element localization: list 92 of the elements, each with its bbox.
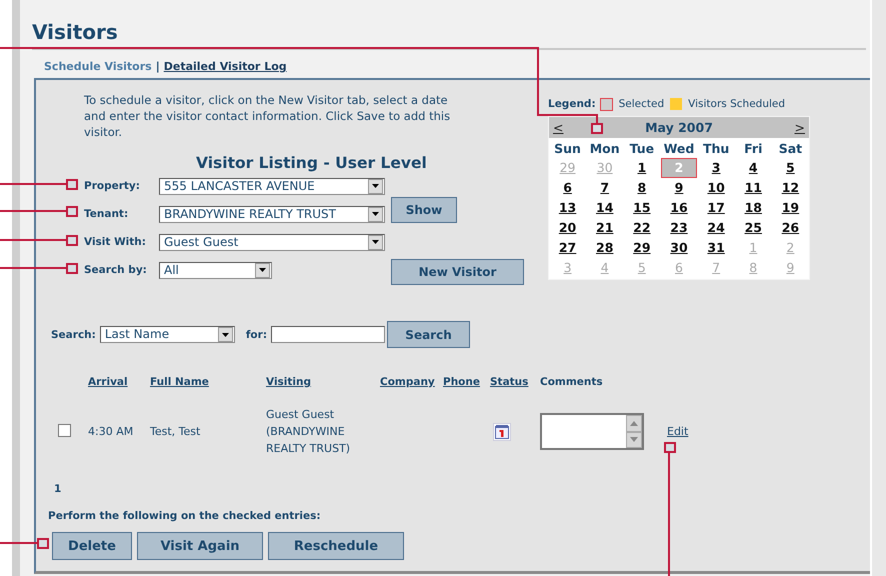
calendar-day[interactable]: 3 <box>699 159 734 177</box>
column-header[interactable]: Full Name <box>150 376 209 388</box>
calendar-day[interactable]: 15 <box>624 199 659 217</box>
separator: | <box>156 60 160 74</box>
next-month-link[interactable]: > <box>794 120 805 135</box>
calendar-day[interactable]: 30 <box>662 239 696 257</box>
search-button[interactable]: Search <box>387 321 470 348</box>
column-header[interactable]: Visiting <box>266 376 311 388</box>
weekday-label: Fri <box>743 140 764 156</box>
instructions-text: To schedule a visitor, click on the New Visitor tab, select a date and enter the visitor contact information. Click Save to add this visitor. <box>84 92 452 140</box>
caret-icon <box>222 332 229 336</box>
calendar-icon[interactable] <box>493 422 511 440</box>
column-header[interactable]: Arrival <box>88 376 128 388</box>
calendar-day[interactable]: 21 <box>588 219 622 237</box>
table-cell: 4:30 AM <box>88 425 134 438</box>
dropdown[interactable]: Last Name <box>100 326 235 343</box>
dropdown[interactable]: 555 LANCASTER AVENUE <box>159 178 385 194</box>
caret-icon <box>372 184 379 188</box>
field-label: Visit With: <box>84 236 147 248</box>
weekday-label: Sat <box>778 140 804 156</box>
actions-label: Perform the following on the checked entries: <box>48 510 322 524</box>
column-header[interactable]: Status <box>490 376 528 388</box>
edit-link[interactable]: Edit <box>667 425 688 438</box>
weekday-label: Tue <box>628 140 656 156</box>
new-visitor-button[interactable]: New Visitor <box>391 259 524 285</box>
record-count: 1 <box>54 483 62 497</box>
show-button[interactable]: Show <box>391 197 457 223</box>
caret-icon <box>372 212 379 216</box>
calendar-day[interactable]: 14 <box>588 199 622 217</box>
scrollbar[interactable] <box>626 415 642 448</box>
listing-title: Visitor Listing - User Level <box>196 154 428 172</box>
column-header: Comments <box>540 376 603 388</box>
caret-icon <box>259 268 266 272</box>
weekday-label: Wed <box>662 140 696 156</box>
calendar-day[interactable]: 25 <box>736 219 770 237</box>
comments-field[interactable] <box>540 413 644 450</box>
calendar-day[interactable]: 5 <box>773 159 808 177</box>
column-header[interactable]: Phone <box>443 376 480 388</box>
scroll-up-icon[interactable] <box>630 420 638 426</box>
field-label: Search by: <box>84 264 148 276</box>
field-label: Property: <box>84 180 141 192</box>
weekday-label: Sun <box>553 140 582 156</box>
checkbox[interactable] <box>58 424 71 436</box>
month-title: May 2007 <box>644 120 714 135</box>
calendar-day[interactable]: 11 <box>736 179 770 197</box>
calendar-day[interactable]: 18 <box>736 199 770 217</box>
search-field[interactable] <box>271 326 386 343</box>
table-cell: Test, Test <box>150 425 200 438</box>
calendar-day[interactable]: 31 <box>699 239 734 257</box>
legend-text: Visitors Scheduled <box>688 98 786 110</box>
caret-icon <box>372 240 379 244</box>
calendar-day[interactable]: 19 <box>773 199 808 217</box>
calendar-day[interactable]: 20 <box>550 219 585 237</box>
table-cell-text: Guest Guest (BRANDYWINE REALTY TRUST) <box>266 407 352 457</box>
scroll-down-icon[interactable] <box>630 437 638 442</box>
action-button[interactable]: Delete <box>52 532 132 560</box>
legend-label: Legend: <box>548 98 596 110</box>
weekday-label: Mon <box>588 140 621 156</box>
legend-text: Selected <box>618 98 664 110</box>
calendar-day[interactable]: 13 <box>550 199 585 217</box>
calendar-day[interactable]: 10 <box>699 179 734 197</box>
calendar-day[interactable]: 22 <box>624 219 659 237</box>
prev-month-link[interactable]: < <box>553 120 564 135</box>
action-button[interactable]: Visit Again <box>137 532 263 560</box>
calendar-day[interactable]: 16 <box>662 199 696 217</box>
for-label: for: <box>246 328 268 340</box>
nav-link[interactable]: Schedule Visitors <box>44 60 152 74</box>
calendar-day[interactable]: 4 <box>736 159 770 177</box>
weekday-label: Thu <box>702 140 730 156</box>
calendar-day[interactable]: 27 <box>550 239 585 257</box>
field-label: Tenant: <box>84 208 130 220</box>
calendar-day[interactable]: 6 <box>550 179 585 197</box>
dropdown[interactable]: BRANDYWINE REALTY TRUST <box>159 206 385 222</box>
calendar-day[interactable]: 26 <box>773 219 808 237</box>
calendar-day[interactable]: 12 <box>773 179 808 197</box>
calendar-day[interactable]: 24 <box>699 219 734 237</box>
search-label: Search: <box>51 328 96 340</box>
calendar-day[interactable]: 9 <box>662 179 696 197</box>
nav-link[interactable]: Detailed Visitor Log <box>164 60 287 74</box>
calendar-day[interactable]: 28 <box>588 239 622 257</box>
selected-swatch <box>600 98 613 110</box>
calendar-day[interactable]: 23 <box>662 219 696 237</box>
calendar-day[interactable]: 17 <box>699 199 734 217</box>
page-title: Visitors <box>32 19 119 45</box>
calendar-day[interactable]: 29 <box>624 239 659 257</box>
dropdown[interactable]: All <box>159 262 272 278</box>
calendar-day[interactable]: 1 <box>624 159 659 177</box>
calendar-day[interactable]: 7 <box>588 179 622 197</box>
column-header[interactable]: Company <box>380 376 435 388</box>
action-button[interactable]: Reschedule <box>268 532 404 560</box>
dropdown[interactable]: Guest Guest <box>159 234 385 250</box>
calendar-day[interactable]: 8 <box>624 179 659 197</box>
